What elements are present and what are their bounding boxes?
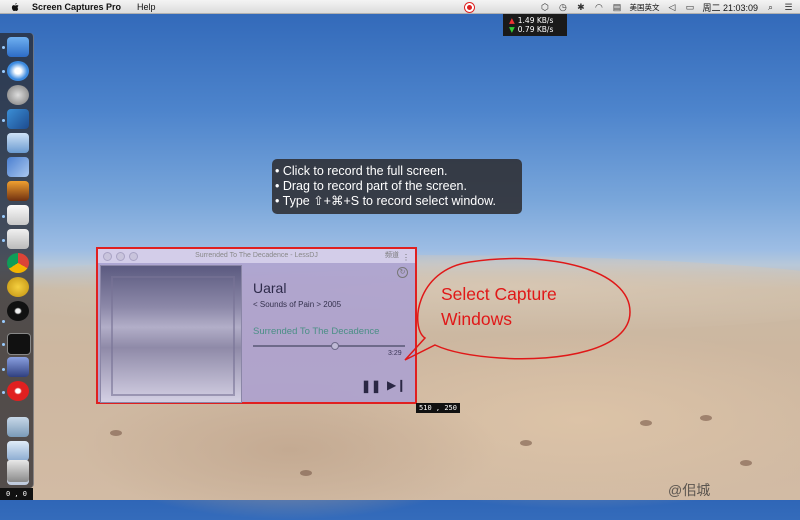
captured-window-highlight[interactable]: Surrended To The Decadence - LessDJ 频道 ⋮… [96, 247, 417, 404]
pencil-icon[interactable] [7, 157, 29, 177]
channel-dropdown-icon[interactable]: ⋮ [402, 251, 410, 265]
battery-icon[interactable]: ▭ [684, 2, 695, 12]
launchpad-icon[interactable] [7, 85, 29, 105]
download-speed: 0.79 KB/s [509, 25, 567, 34]
dock [0, 33, 34, 488]
player-window-title: Surrended To The Decadence - LessDJ [195, 252, 318, 259]
notification-icon[interactable]: ☰ [783, 2, 794, 12]
photos-icon[interactable] [7, 181, 29, 201]
callout-line: Select Capture [441, 284, 557, 304]
terminal-icon[interactable] [7, 333, 31, 355]
progress-slider[interactable] [253, 342, 405, 350]
finder-icon[interactable] [7, 37, 29, 57]
bluetooth-icon[interactable]: ✱ [575, 2, 586, 12]
menu-help[interactable]: Help [137, 2, 156, 12]
album-art [100, 265, 242, 403]
preview-icon[interactable] [7, 133, 29, 153]
track-time: 3:29 [388, 350, 402, 357]
screen-captures-icon[interactable] [7, 381, 29, 401]
network-speed-icon[interactable] [482, 3, 532, 12]
status-tray: ⬡ ◷ ✱ ◠ ▤ 美国英文 ◁ ▭ 周二 21:03:09 ⌕ ☰ [464, 0, 794, 14]
flag-icon[interactable]: ▤ [611, 2, 622, 12]
callout-text: Select Capture Windows [441, 282, 557, 332]
pause-icon[interactable]: ❚❚ [361, 379, 381, 393]
document-stack-icon[interactable] [7, 229, 29, 249]
watermark: @佀城 [668, 482, 711, 498]
record-icon[interactable] [464, 2, 475, 12]
tooltip-line: Drag to record part of the screen. [275, 179, 522, 194]
folder-icon[interactable] [7, 417, 29, 437]
minimize-window-button[interactable] [116, 252, 125, 261]
wifi-icon[interactable]: ◠ [593, 2, 604, 12]
app-menu[interactable]: Screen Captures Pro [32, 2, 121, 12]
dropbox-icon[interactable]: ⬡ [539, 2, 550, 12]
refresh-icon[interactable]: ↻ [397, 267, 408, 278]
apple-icon[interactable] [10, 2, 20, 12]
capture-size-label: 510 , 250 [416, 403, 460, 413]
trash-icon[interactable] [7, 460, 29, 482]
photo-editor-icon[interactable] [7, 357, 29, 377]
tooltip-line: Click to record the full screen. [275, 164, 522, 179]
search-icon[interactable]: ⌕ [765, 2, 776, 12]
network-speed-popup: 1.49 KB/s 0.79 KB/s [503, 14, 567, 36]
song-title[interactable]: Surrended To The Decadence [253, 326, 379, 337]
tooltip-line: Type ⇧+⌘+S to record select window. [275, 194, 522, 209]
chrome-icon[interactable] [7, 253, 29, 273]
next-track-icon[interactable]: ▶❙ [387, 378, 406, 392]
instruction-tooltip: Click to record the full screen. Drag to… [272, 159, 522, 214]
album-info: < Sounds of Pain > 2005 [253, 300, 342, 309]
instruments-icon[interactable] [7, 277, 29, 297]
callout-line: Windows [441, 309, 512, 329]
artist-name: Uaral [253, 280, 287, 296]
channel-label[interactable]: 频道 [385, 249, 399, 263]
upload-speed: 1.49 KB/s [509, 16, 567, 25]
zoom-window-button[interactable] [129, 252, 138, 261]
close-window-button[interactable] [103, 252, 112, 261]
menu-bar: Screen Captures Pro Help ⬡ ◷ ✱ ◠ ▤ 美国英文 … [0, 0, 800, 14]
textedit-icon[interactable] [7, 205, 29, 225]
safari-icon[interactable] [7, 61, 29, 81]
clock[interactable]: 周二 21:03:09 [702, 1, 758, 14]
volume-icon[interactable]: ◁ [666, 2, 677, 12]
xcode-icon[interactable] [7, 109, 29, 129]
record-player-icon[interactable] [7, 301, 29, 321]
origin-coordinate-label: 0 , 0 [0, 488, 33, 500]
progress-knob[interactable] [330, 342, 339, 350]
input-method-label[interactable]: 美国英文 [629, 2, 659, 13]
player-titlebar[interactable]: Surrended To The Decadence - LessDJ 频道 ⋮ [98, 249, 415, 263]
time-machine-icon[interactable]: ◷ [557, 2, 568, 12]
